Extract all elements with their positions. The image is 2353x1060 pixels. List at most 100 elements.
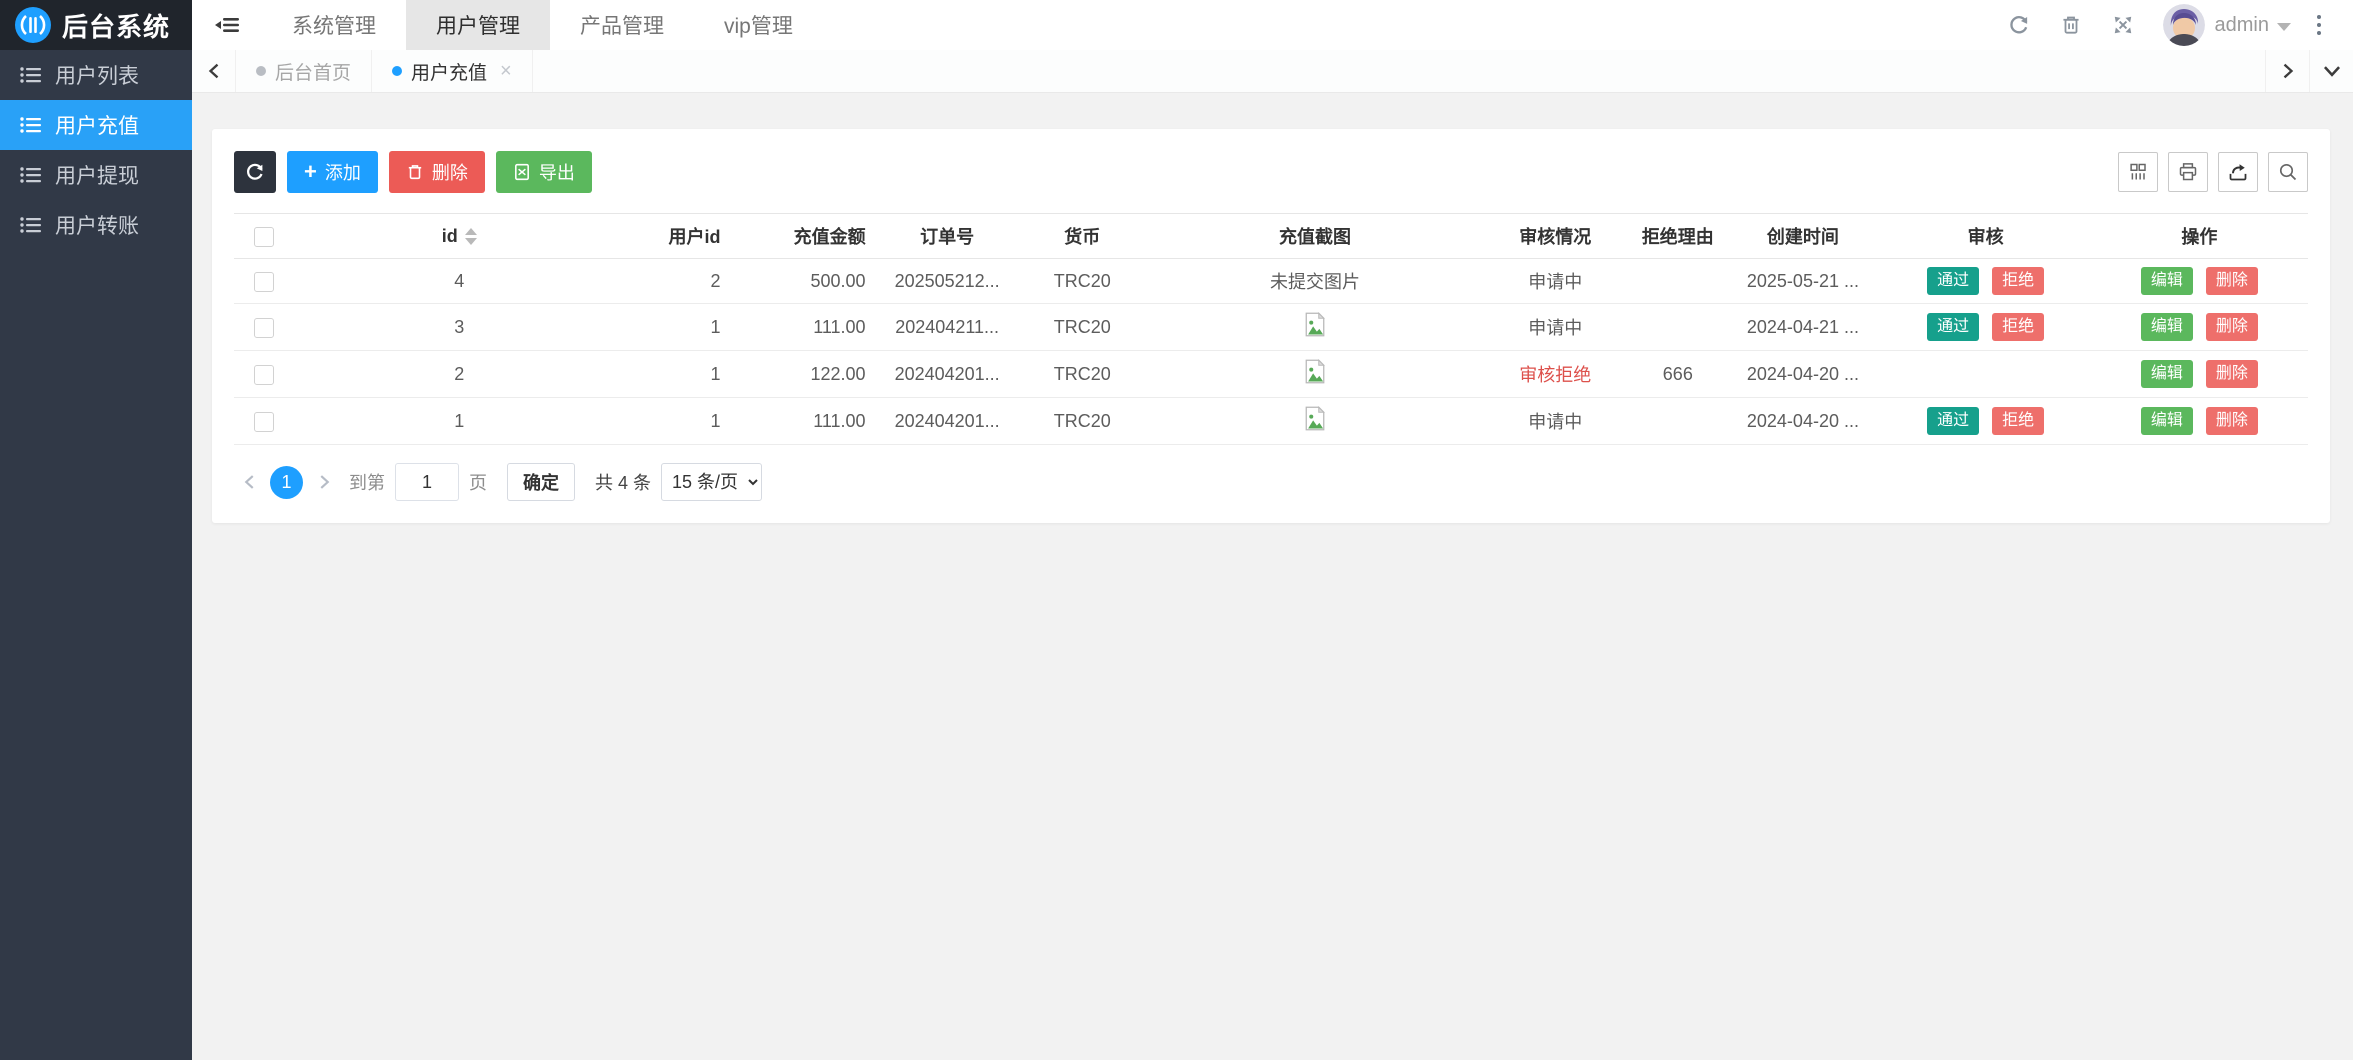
nav-item-label: 用户管理 bbox=[436, 10, 520, 40]
sidebar-toggle-button[interactable] bbox=[192, 0, 262, 50]
cell-currency: TRC20 bbox=[1015, 304, 1150, 351]
sidebar-item-user-list[interactable]: 用户列表 bbox=[0, 50, 192, 100]
cell-order-no: 202505212... bbox=[880, 259, 1015, 304]
avatar-image bbox=[2163, 4, 2205, 46]
delete-button[interactable]: 删除 bbox=[389, 151, 485, 193]
clear-cache-button[interactable] bbox=[2045, 0, 2097, 50]
more-menu-button[interactable] bbox=[2299, 0, 2339, 50]
user-menu-caret-icon[interactable] bbox=[2277, 23, 2291, 31]
chevron-left-icon bbox=[207, 62, 221, 80]
per-page-select[interactable]: 15 条/页 bbox=[661, 463, 762, 501]
audit-reject-button[interactable]: 拒绝 bbox=[1992, 407, 2044, 435]
cell-actions: 编辑 删除 bbox=[2091, 259, 2308, 304]
logo-icon bbox=[14, 6, 52, 44]
cell-audit: 通过 拒绝 bbox=[1881, 351, 2091, 398]
page-unit-label: 页 bbox=[469, 469, 487, 495]
delete-row-button[interactable]: 删除 bbox=[2206, 313, 2258, 341]
header-amount: 充值金额 bbox=[734, 214, 879, 259]
username[interactable]: admin bbox=[2215, 14, 2269, 37]
select-all-checkbox[interactable] bbox=[254, 227, 274, 247]
filter-columns-button[interactable] bbox=[2118, 152, 2158, 192]
delete-row-button[interactable]: 删除 bbox=[2206, 360, 2258, 388]
row-checkbox[interactable] bbox=[254, 318, 274, 338]
cell-id: 3 bbox=[294, 304, 624, 351]
cell-id: 1 bbox=[294, 398, 624, 445]
screenshot-thumbnail[interactable] bbox=[1305, 359, 1325, 389]
search-button[interactable] bbox=[2268, 152, 2308, 192]
export-data-button[interactable] bbox=[2218, 152, 2258, 192]
delete-row-button[interactable]: 删除 bbox=[2206, 267, 2258, 295]
cell-amount: 111.00 bbox=[734, 398, 879, 445]
sidebar-item-user-withdraw[interactable]: 用户提现 bbox=[0, 150, 192, 200]
cell-user-id: 2 bbox=[624, 259, 734, 304]
export-button-label: 导出 bbox=[539, 159, 575, 185]
cell-screenshot bbox=[1150, 304, 1480, 351]
tab-status-dot bbox=[392, 66, 402, 76]
audit-pass-button[interactable]: 通过 bbox=[1927, 407, 1979, 435]
cell-reason bbox=[1630, 304, 1725, 351]
cell-user-id: 1 bbox=[624, 398, 734, 445]
fullscreen-button[interactable] bbox=[2097, 0, 2149, 50]
refresh-table-button[interactable] bbox=[234, 151, 276, 193]
cell-status: 审核拒绝 bbox=[1480, 351, 1630, 398]
audit-reject-button[interactable]: 拒绝 bbox=[1992, 313, 2044, 341]
cell-created: 2024-04-20 ... bbox=[1725, 351, 1880, 398]
sidebar-item-user-transfer[interactable]: 用户转账 bbox=[0, 200, 192, 250]
cell-audit: 通过 拒绝 bbox=[1881, 304, 2091, 351]
nav-item-product[interactable]: 产品管理 bbox=[550, 0, 694, 50]
cell-actions: 编辑 删除 bbox=[2091, 304, 2308, 351]
header-user-id: 用户id bbox=[624, 214, 734, 259]
tab-user-recharge[interactable]: 用户充值 × bbox=[372, 50, 533, 92]
audit-reject-button[interactable]: 拒绝 bbox=[1992, 267, 2044, 295]
edit-button[interactable]: 编辑 bbox=[2141, 267, 2193, 295]
page-number-current[interactable]: 1 bbox=[270, 466, 303, 499]
row-checkbox[interactable] bbox=[254, 272, 274, 292]
print-button[interactable] bbox=[2168, 152, 2208, 192]
add-button[interactable]: + 添加 bbox=[287, 151, 378, 193]
row-checkbox[interactable] bbox=[254, 365, 274, 385]
export-button[interactable]: 导出 bbox=[496, 151, 592, 193]
tab-home[interactable]: 后台首页 bbox=[236, 50, 372, 92]
broken-image-icon bbox=[1305, 406, 1325, 431]
nav-item-vip[interactable]: vip管理 bbox=[694, 0, 823, 50]
chevron-right-icon bbox=[318, 474, 331, 490]
page-input[interactable] bbox=[395, 463, 459, 501]
cell-created: 2025-05-21 ... bbox=[1725, 259, 1880, 304]
screenshot-thumbnail[interactable] bbox=[1305, 406, 1325, 436]
edit-button[interactable]: 编辑 bbox=[2141, 360, 2193, 388]
tabs-scroll-left-button[interactable] bbox=[192, 50, 236, 92]
edit-button[interactable]: 编辑 bbox=[2141, 313, 2193, 341]
tabs-scroll-right-button[interactable] bbox=[2265, 50, 2309, 92]
confirm-page-button[interactable]: 确定 bbox=[507, 463, 575, 501]
row-checkbox[interactable] bbox=[254, 412, 274, 432]
refresh-button[interactable] bbox=[1993, 0, 2045, 50]
sort-asc-icon bbox=[465, 228, 477, 235]
audit-pass-button[interactable]: 通过 bbox=[1927, 313, 1979, 341]
sidebar-item-user-recharge[interactable]: 用户充值 bbox=[0, 100, 192, 150]
delete-row-button[interactable]: 删除 bbox=[2206, 407, 2258, 435]
nav-item-user[interactable]: 用户管理 bbox=[406, 0, 550, 50]
cell-created: 2024-04-21 ... bbox=[1725, 304, 1880, 351]
tab-label: 用户充值 bbox=[411, 58, 487, 85]
nav-item-system[interactable]: 系统管理 bbox=[262, 0, 406, 50]
header-status: 审核情况 bbox=[1480, 214, 1630, 259]
cell-amount: 122.00 bbox=[734, 351, 879, 398]
avatar[interactable] bbox=[2163, 4, 2205, 46]
chevron-left-icon bbox=[243, 474, 256, 490]
app-title: 后台系统 bbox=[62, 7, 170, 44]
header-order-no: 订单号 bbox=[880, 214, 1015, 259]
audit-pass-button[interactable]: 通过 bbox=[1927, 267, 1979, 295]
edit-button[interactable]: 编辑 bbox=[2141, 407, 2193, 435]
next-page-button[interactable] bbox=[309, 467, 339, 497]
prev-page-button[interactable] bbox=[234, 467, 264, 497]
cell-id: 4 bbox=[294, 259, 624, 304]
broken-image-icon bbox=[1305, 312, 1325, 337]
screenshot-thumbnail[interactable] bbox=[1305, 312, 1325, 342]
tabs-menu-button[interactable] bbox=[2309, 50, 2353, 92]
sort-control[interactable] bbox=[465, 228, 477, 245]
list-icon bbox=[20, 66, 42, 84]
cell-currency: TRC20 bbox=[1015, 259, 1150, 304]
export-file-icon bbox=[513, 163, 531, 181]
tab-close-icon[interactable]: × bbox=[500, 61, 512, 81]
sidebar-item-label: 用户充值 bbox=[55, 110, 139, 140]
